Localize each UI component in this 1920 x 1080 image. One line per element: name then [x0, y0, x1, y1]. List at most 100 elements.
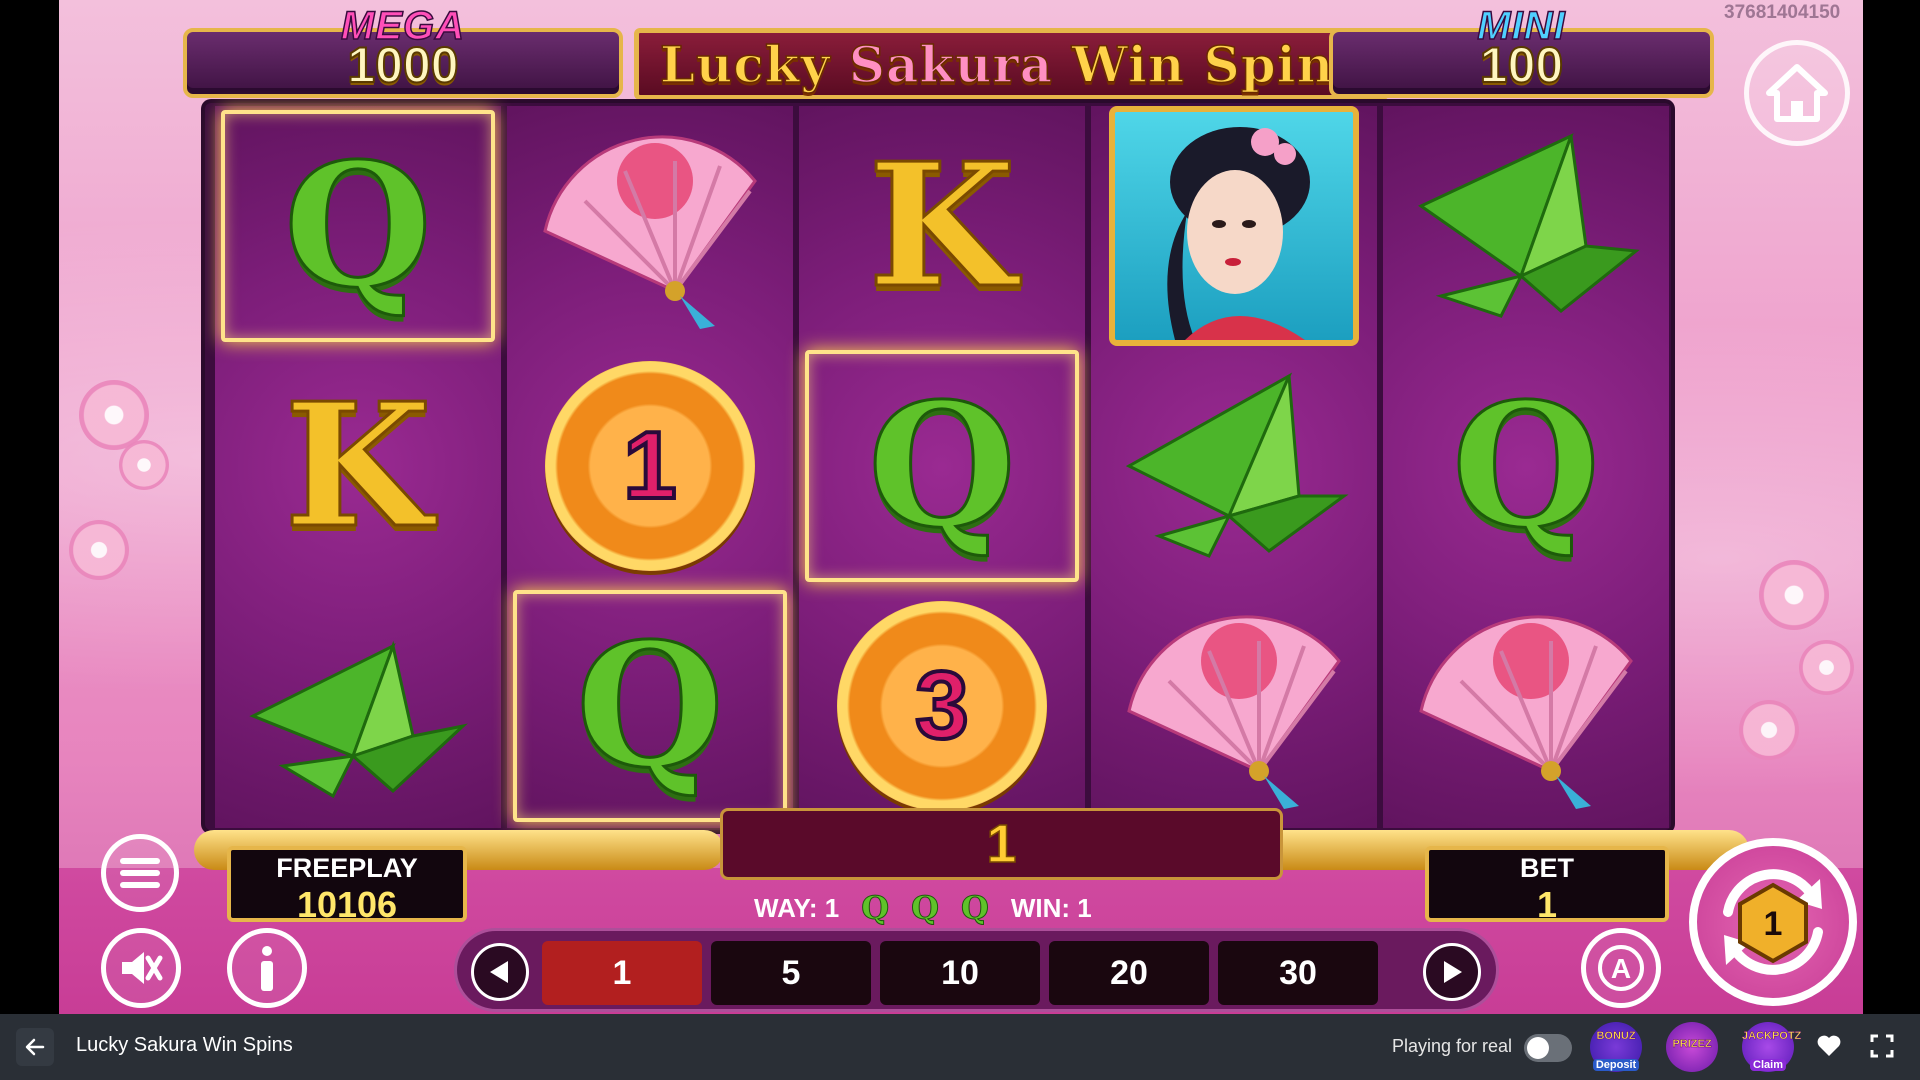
bet-option-30[interactable]: 30 — [1218, 941, 1378, 1005]
mini-jackpot: MINI 100 — [1329, 3, 1714, 98]
bet-increase-button[interactable] — [1423, 943, 1481, 1001]
game-canvas: 37681404150 MEGA 1000 Lucky Sakura Win S… — [59, 0, 1863, 1014]
win-amount: 1 — [986, 813, 1018, 875]
symbol-letter: Q — [282, 126, 433, 326]
freeplay-balance: FREEPLAY 10106 — [227, 846, 467, 925]
real-mode-toggle[interactable] — [1524, 1034, 1572, 1062]
symbol-k: K — [799, 106, 1085, 346]
back-arrow-icon — [25, 1038, 45, 1056]
spin-button[interactable]: 1 — [1689, 838, 1857, 1006]
fullscreen-icon — [1870, 1034, 1894, 1058]
bet-option-10[interactable]: 10 — [880, 941, 1040, 1005]
promo-sub: Deposit — [1592, 1059, 1640, 1071]
way-symbol-q: Q — [861, 889, 890, 928]
symbol-coin: 3 — [799, 586, 1085, 826]
session-id: 37681404150 — [1724, 2, 1841, 23]
symbol-crane — [215, 586, 501, 826]
site-bar: Lucky Sakura Win Spins Playing for real … — [0, 1014, 1920, 1080]
symbol-q: Q — [507, 586, 793, 826]
freeplay-value: 10106 — [296, 884, 398, 925]
menu-button[interactable] — [101, 834, 179, 912]
mini-jackpot-value: 100 — [1479, 36, 1564, 94]
game-name: Lucky Sakura Win Spins — [76, 1034, 293, 1056]
coin-symbol: 1 — [545, 361, 755, 571]
real-mode-label: Playing for real — [1392, 1036, 1513, 1056]
symbol-coin: 1 — [507, 346, 793, 586]
symbol-q: Q — [799, 346, 1085, 586]
sound-toggle-button[interactable] — [101, 928, 181, 1008]
screen: 37681404150 MEGA 1000 Lucky Sakura Win S… — [0, 0, 1920, 1080]
way-symbol-q: Q — [961, 889, 990, 928]
bet-option-20[interactable]: 20 — [1049, 941, 1209, 1005]
symbol-letter: Q — [1450, 366, 1601, 566]
mega-jackpot-value: 1000 — [346, 36, 459, 94]
promo-name: JACKPOTZ — [1742, 1030, 1802, 1042]
win-amount-display: 1 — [720, 808, 1283, 880]
symbol-crane — [1091, 346, 1377, 586]
symbol-letter: Q — [866, 366, 1017, 566]
menu-icon — [120, 858, 160, 888]
home-button[interactable] — [1744, 40, 1850, 146]
spin-counter: 1 — [1764, 905, 1783, 943]
symbol-letter: K — [283, 366, 434, 566]
svg-text:A: A — [1611, 953, 1631, 984]
fullscreen-button[interactable] — [1870, 1034, 1896, 1060]
sound-off-icon — [122, 952, 163, 984]
freeplay-label: FREEPLAY — [276, 853, 418, 883]
symbol-q: Q — [1383, 346, 1669, 586]
title-part-winspins: Win Spins — [1071, 34, 1364, 95]
reel-4 — [1091, 106, 1377, 828]
way-label: WAY: 1 — [754, 892, 840, 923]
game-title-banner: Lucky Sakura Win Spins — [634, 28, 1389, 100]
promo-sub: Claim — [1750, 1059, 1786, 1071]
winning-way-info: WAY: 1 Q Q Q WIN: 1 — [754, 889, 1214, 928]
title-part-sakura: Sakura — [848, 34, 1072, 95]
jackpotz-claim-button[interactable]: JACKPOTZ Claim — [1742, 1022, 1802, 1072]
bonuz-deposit-button[interactable]: BONUZ Deposit — [1590, 1022, 1642, 1072]
promo-name: BONUZ — [1596, 1030, 1636, 1042]
symbol-geisha — [1091, 106, 1377, 346]
win-label: WIN: 1 — [1010, 892, 1092, 923]
paper-fan-icon — [1127, 615, 1341, 809]
promo-name: PRIZEZ — [1672, 1038, 1712, 1050]
arrow-right-icon — [1444, 961, 1462, 983]
arrow-left-icon — [490, 961, 508, 983]
coin-value: 3 — [913, 650, 970, 761]
autoplay-icon: A — [1598, 945, 1644, 991]
way-symbol-q: Q — [911, 889, 940, 928]
prizez-button[interactable]: PRIZEZ — [1666, 1022, 1718, 1072]
mega-jackpot: MEGA 1000 — [183, 3, 623, 98]
coin-value: 1 — [621, 410, 678, 521]
bet-label: BET — [1520, 853, 1574, 883]
spin-icon: 1 — [1723, 869, 1823, 975]
title-part-lucky: Lucky — [659, 34, 849, 95]
reel-5: Q — [1383, 106, 1669, 828]
autoplay-button[interactable]: A — [1581, 928, 1661, 1008]
reel-3: K Q 3 — [799, 106, 1085, 828]
origami-crane-icon — [249, 640, 468, 799]
symbol-crane — [1383, 106, 1669, 346]
info-button[interactable] — [227, 928, 307, 1008]
origami-crane-icon — [1125, 372, 1349, 558]
bet-option-1[interactable]: 1 — [542, 941, 702, 1005]
toggle-knob — [1527, 1037, 1549, 1059]
heart-icon — [1817, 1035, 1841, 1056]
reel-area: Q K 1 Q K Q 3 Q — [205, 103, 1671, 830]
origami-crane-icon — [1418, 133, 1640, 318]
symbol-k: K — [215, 346, 501, 586]
game-title: Lucky Sakura Win Spins — [659, 34, 1364, 95]
symbol-fan — [507, 106, 793, 346]
geisha-portrait-icon — [1109, 106, 1359, 346]
symbol-fan — [1383, 586, 1669, 826]
blossom-decoration — [1799, 640, 1854, 695]
blossom-decoration — [119, 440, 169, 490]
symbol-letter: K — [867, 126, 1018, 326]
favorite-button[interactable] — [1816, 1034, 1844, 1060]
back-button[interactable] — [16, 1028, 54, 1066]
paper-fan-icon — [1419, 615, 1633, 809]
bet-decrease-button[interactable] — [471, 943, 529, 1001]
coin-symbol: 3 — [837, 601, 1047, 811]
paper-fan-icon — [543, 135, 757, 329]
bet-option-5[interactable]: 5 — [711, 941, 871, 1005]
blossom-decoration — [1759, 560, 1829, 630]
